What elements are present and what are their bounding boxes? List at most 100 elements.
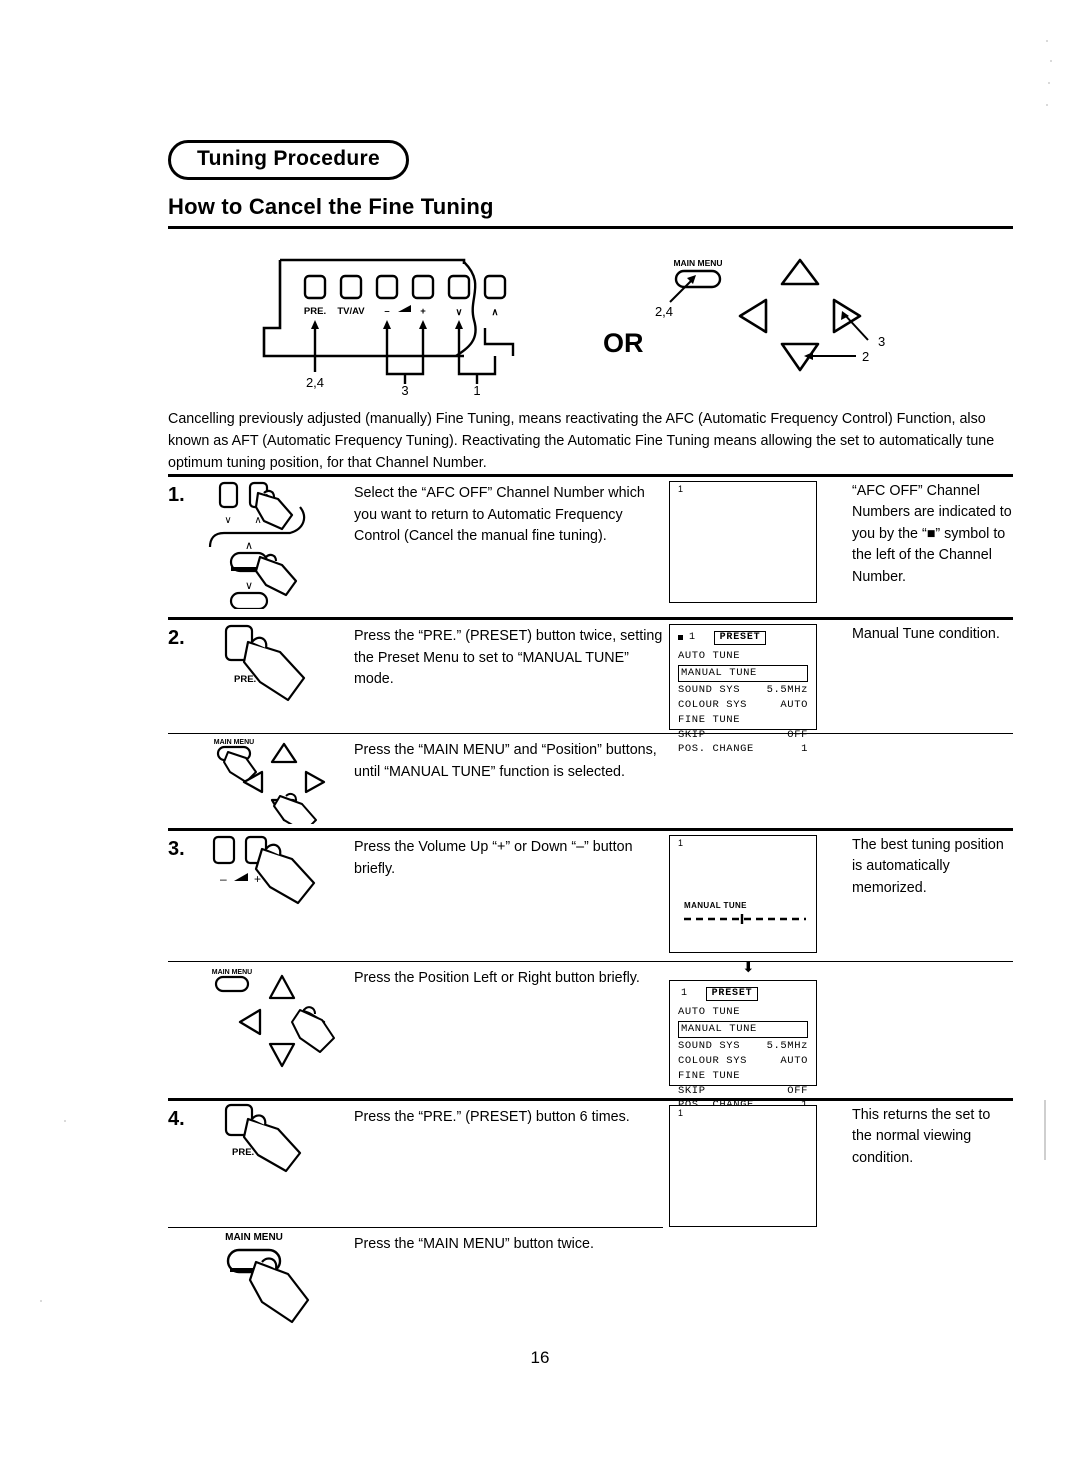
osd-row-label: COLOUR SYS bbox=[678, 1054, 748, 1067]
step-screen: 1 bbox=[669, 477, 844, 603]
step-screen: 1 MANUAL TUNE bbox=[669, 831, 844, 953]
svg-text:3: 3 bbox=[878, 334, 885, 349]
osd-row-value: 5.5MHz bbox=[766, 683, 808, 696]
volume-down-label: – bbox=[220, 872, 227, 886]
tv-screen-manual-tune: 1 MANUAL TUNE bbox=[669, 835, 817, 953]
svg-text:∨: ∨ bbox=[456, 307, 463, 318]
osd-row-value: AUTO bbox=[780, 698, 808, 711]
osd-title: PRESET bbox=[713, 630, 767, 645]
osd-title: PRESET bbox=[705, 986, 759, 1001]
step-row: 1. ∨ ∧ ∧ ∨ Select the “AFC OFF” Channel … bbox=[168, 477, 1013, 617]
osd-row[interactable]: COLOUR SYS AUTO bbox=[678, 698, 808, 713]
step-note bbox=[844, 734, 1013, 738]
callout-3-panel: 3 bbox=[401, 383, 408, 398]
step-instruction: Press the “MAIN MENU” and “Position” but… bbox=[354, 742, 657, 780]
step-icon: ∨ ∧ ∧ ∨ bbox=[204, 477, 354, 609]
osd-row-label: SOUND SYS bbox=[678, 683, 741, 696]
step-note: The best tuning position is automaticall… bbox=[852, 837, 1004, 896]
osd-row[interactable]: FINE TUNE bbox=[678, 713, 808, 728]
osd-row-label: AUTO TUNE bbox=[678, 650, 741, 662]
osd-row-label: SKIP bbox=[678, 1084, 706, 1097]
osd-channel-number: 1 bbox=[689, 632, 696, 643]
osd-row-selected[interactable]: MANUAL TUNE bbox=[678, 664, 808, 682]
step-note: “AFC OFF” Channel Numbers are indicated … bbox=[852, 483, 1012, 585]
manual-tune-bar-icon bbox=[684, 914, 806, 924]
step-row: MAIN MENU bbox=[168, 960, 1013, 1111]
main-menu-label: MAIN MENU bbox=[225, 1232, 283, 1243]
osd-row[interactable]: SOUND SYS 5.5MHz bbox=[678, 683, 808, 698]
header-divider bbox=[168, 226, 1013, 230]
main-menu-label: MAIN MENU bbox=[214, 739, 254, 746]
osd-row[interactable]: AUTO TUNE bbox=[678, 649, 808, 664]
step-number: 1. bbox=[168, 484, 185, 506]
svg-text:∨: ∨ bbox=[224, 515, 231, 526]
svg-text:∧: ∧ bbox=[492, 307, 499, 318]
step-number: 3. bbox=[168, 838, 185, 860]
volume-wedge-icon bbox=[234, 873, 248, 881]
svg-text:PRE.: PRE. bbox=[304, 306, 326, 317]
step-instruction: Press the Position Left or Right button … bbox=[354, 970, 640, 986]
osd-row[interactable]: AUTO TUNE bbox=[678, 1005, 808, 1020]
svg-text:2,4: 2,4 bbox=[655, 304, 673, 319]
intro-paragraph: Cancelling previously adjusted (manually… bbox=[168, 411, 995, 472]
svg-text:∨: ∨ bbox=[245, 580, 253, 592]
main-menu-label: MAIN MENU bbox=[212, 969, 252, 976]
step-number bbox=[168, 962, 204, 969]
osd-row-value: 5.5MHz bbox=[766, 1039, 808, 1052]
step-instruction: Press the Volume Up “+” or Down “–” butt… bbox=[354, 839, 633, 877]
main-menu-button-with-hand-icon: MAIN MENU bbox=[225, 1232, 310, 1324]
osd-row-value: OFF bbox=[787, 1084, 808, 1097]
step-screen: ⬇ 1 PRESET AUTO TUNE MANUAL TUNE SOUND S… bbox=[669, 960, 844, 1111]
step-instruction: Press the “PRE.” (PRESET) button twice, … bbox=[354, 628, 663, 688]
tv-channel-number: 1 bbox=[678, 1108, 684, 1118]
step-screen: 1 PRESET AUTO TUNE MANUAL TUNE SOUND SYS… bbox=[669, 620, 844, 755]
step-row: 4. PRE. Press the “PRE.” (PRESET) button… bbox=[168, 1101, 1013, 1227]
osd-preset-menu: 1 PRESET AUTO TUNE MANUAL TUNE SOUND SYS… bbox=[669, 624, 817, 755]
step-instruction: Select the “AFC OFF” Channel Number whic… bbox=[354, 485, 645, 545]
tv-channel-number: 1 bbox=[678, 838, 684, 848]
osd-row[interactable]: SKIP OFF bbox=[678, 1084, 808, 1099]
step-screen-empty bbox=[669, 734, 844, 738]
osd-row[interactable]: COLOUR SYS AUTO bbox=[678, 1054, 808, 1069]
osd-row-label: AUTO TUNE bbox=[678, 1006, 741, 1018]
page-header: Tuning Procedure How to Cancel the Fine … bbox=[168, 140, 1013, 230]
osd-row-label: SOUND SYS bbox=[678, 1039, 741, 1052]
steps-table: 1. ∨ ∧ ∧ ∨ Select the “AFC OFF” Channel … bbox=[168, 474, 1013, 1338]
step-row: MAIN MENU Press the “MAIN MENU” button t… bbox=[168, 1228, 1013, 1338]
callout-1-panel: 1 bbox=[473, 383, 480, 398]
svg-text:+: + bbox=[420, 306, 426, 317]
pre-button-with-hand-icon: PRE. bbox=[224, 624, 306, 702]
volume-buttons-with-hand-icon: – + bbox=[212, 835, 316, 905]
svg-text:∧: ∧ bbox=[245, 540, 253, 552]
page-title: How to Cancel the Fine Tuning bbox=[168, 194, 494, 220]
remote-main-menu-position-cluster-icon: MAIN MENU bbox=[214, 739, 326, 824]
step-note bbox=[844, 962, 1013, 966]
step-icon: PRE. bbox=[204, 1101, 354, 1173]
tv-screen-blank: 1 bbox=[669, 481, 817, 603]
osd-header: 1 PRESET bbox=[678, 630, 808, 645]
osd-row[interactable]: FINE TUNE bbox=[678, 1069, 808, 1084]
step-number bbox=[168, 734, 204, 741]
svg-text:TV/AV: TV/AV bbox=[337, 306, 365, 317]
osd-channel-number: 1 bbox=[681, 988, 688, 999]
osd-preset-menu: 1 PRESET AUTO TUNE MANUAL TUNE SOUND SYS… bbox=[669, 980, 817, 1111]
tv-screen-blank: 1 bbox=[669, 1105, 817, 1227]
tv-channel-number: 1 bbox=[678, 484, 684, 494]
osd-row-selected[interactable]: MANUAL TUNE bbox=[678, 1020, 808, 1038]
step-note: Manual Tune condition. bbox=[852, 626, 1000, 642]
step-note bbox=[844, 1228, 1013, 1232]
osd-row[interactable]: SOUND SYS 5.5MHz bbox=[678, 1039, 808, 1054]
top-diagram: PRE. TV/AV – + ∨ ∧ 2,4 3 1 OR MAIN MENU … bbox=[168, 244, 1013, 402]
step-instruction: Press the “PRE.” (PRESET) button 6 times… bbox=[354, 1109, 630, 1125]
osd-row-label: COLOUR SYS bbox=[678, 698, 748, 711]
step-icon: MAIN MENU bbox=[204, 1228, 354, 1336]
step-icon: PRE. bbox=[204, 620, 354, 725]
osd-row-label: MANUAL TUNE bbox=[681, 666, 757, 679]
section-badge: Tuning Procedure bbox=[168, 140, 409, 181]
step-screen-empty bbox=[669, 1228, 844, 1232]
step-row: MAIN MENU bbox=[168, 734, 1013, 828]
remote-position-left-right-cluster-icon: MAIN MENU bbox=[212, 969, 335, 1068]
step-icon: MAIN MENU bbox=[204, 962, 354, 1072]
step-number bbox=[168, 1228, 204, 1235]
osd-row-label: FINE TUNE bbox=[678, 713, 741, 726]
